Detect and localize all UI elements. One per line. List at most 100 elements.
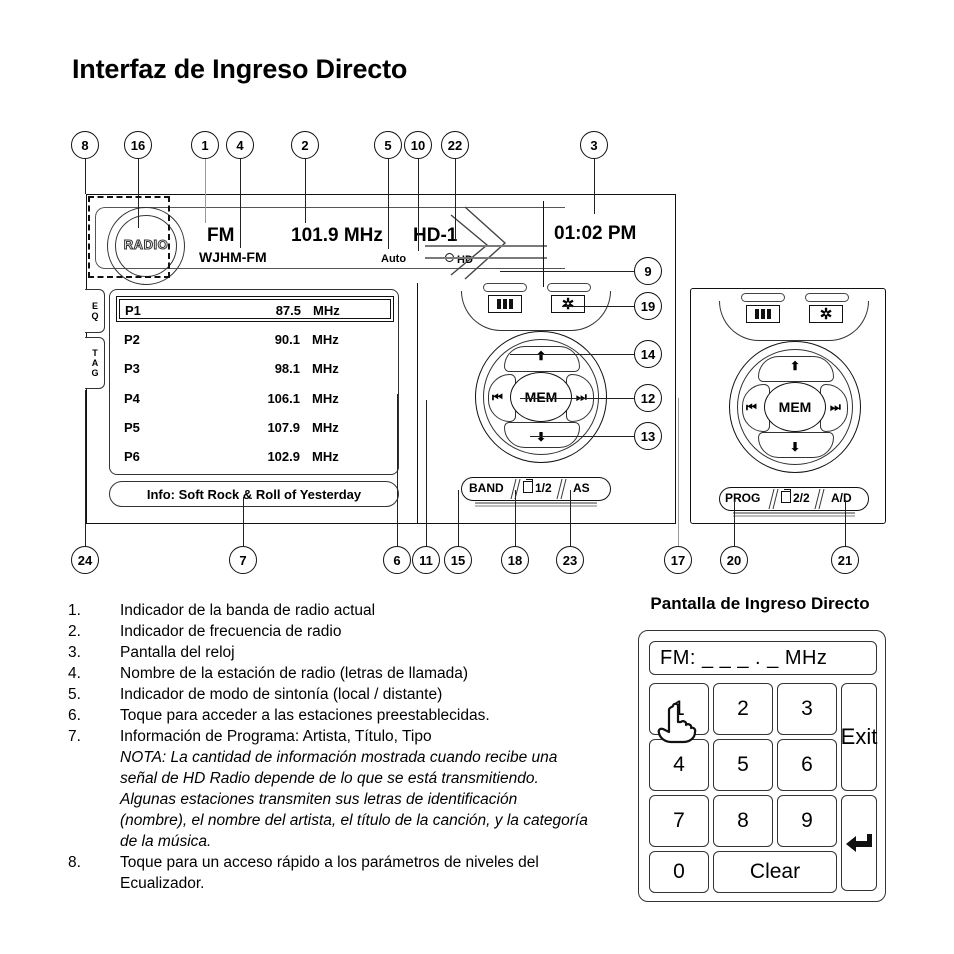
- key-5[interactable]: 5: [713, 739, 773, 791]
- eq-tab-label: EQ: [90, 301, 100, 321]
- table-row[interactable]: P4 106.1 MHz: [116, 385, 394, 411]
- as-button[interactable]: AS: [573, 481, 590, 495]
- preset-list[interactable]: P1 87.5 MHz P2 90.1 MHz P3 98.1 MHz P4 1…: [109, 289, 399, 475]
- eject-slot-left: [483, 283, 527, 292]
- callout-2: 2: [291, 131, 319, 159]
- callout-5: 5: [374, 131, 402, 159]
- enter-arrow-glyph: [846, 834, 872, 852]
- key-9[interactable]: 9: [777, 795, 837, 847]
- table-row[interactable]: P2 90.1 MHz: [116, 326, 394, 352]
- callout-6: 6: [383, 546, 411, 574]
- tools-icon[interactable]: ✲: [551, 295, 585, 313]
- callout-24-leader: [85, 390, 87, 546]
- page-button-label: 2/2: [793, 491, 810, 505]
- direct-entry-keypad: FM: _ _ _ . _ MHz 1 2 3 Exit 4 5 6 7 8 9…: [638, 630, 886, 902]
- cluster-arc: [719, 301, 869, 341]
- button-ridge-1: [733, 512, 855, 515]
- eq-tab[interactable]: EQ: [85, 289, 105, 333]
- callout-10-leader: [418, 159, 420, 251]
- table-row[interactable]: P3 98.1 MHz: [116, 355, 394, 381]
- list-item-number: 4.: [68, 665, 81, 682]
- preset-unit: MHz: [312, 332, 339, 347]
- radio-display-bar: RADIO FM WJHM-FM 101.9 MHz HD-1 Auto HD …: [95, 201, 667, 287]
- callout-1-leader: [205, 159, 207, 223]
- page-button-label: 1/2: [535, 481, 552, 495]
- preset-value: 87.5: [275, 303, 301, 318]
- page-title: Interfaz de Ingreso Directo: [72, 54, 408, 84]
- preset-unit: MHz: [312, 361, 339, 376]
- list-item-text: Toque para acceder a las estaciones pree…: [120, 707, 490, 724]
- callout-17-leader: [678, 398, 680, 546]
- display-rule-1: [425, 245, 547, 248]
- list-item-number: 3.: [68, 644, 81, 661]
- seek-prev-icon: ⏮: [492, 390, 503, 404]
- preset-value: 107.9: [267, 420, 300, 435]
- page-button[interactable]: 2/2: [781, 489, 810, 505]
- tag-tab-label: TAG: [90, 348, 100, 378]
- table-row[interactable]: P6 102.9 MHz: [116, 443, 394, 469]
- list-item-text: Indicador de modo de sintonía (local / d…: [120, 686, 443, 703]
- callout-8: 8: [71, 131, 99, 159]
- callout-22-leader: [455, 159, 457, 241]
- list-item-text: Pantalla del reloj: [120, 644, 235, 661]
- call-sign-label: WJHM-FM: [199, 249, 267, 265]
- seek-prev-icon: ⏮: [746, 400, 757, 414]
- list-item: 6. Toque para acceder a las estaciones p…: [68, 705, 588, 726]
- callout-9-leader: [500, 271, 634, 273]
- table-row[interactable]: P1 87.5 MHz: [116, 296, 394, 322]
- hand-pointer-cursor: [657, 702, 697, 744]
- callout-9: 9: [634, 257, 662, 285]
- page-button[interactable]: 1/2: [523, 479, 552, 495]
- preset-unit: MHz: [312, 391, 339, 406]
- key-6[interactable]: 6: [777, 739, 837, 791]
- button-ridge-2: [475, 505, 597, 508]
- callout-17: 17: [664, 546, 692, 574]
- mem-wheel-right[interactable]: ⬆ ⬇ ⏮ ⏭ MEM: [729, 341, 861, 473]
- tune-up-icon: ⬆: [790, 359, 801, 373]
- callout-11-leader: [426, 400, 428, 546]
- key-0[interactable]: 0: [649, 851, 709, 893]
- list-item: 1. Indicador de la banda de radio actual: [68, 600, 588, 621]
- mem-wheel-left[interactable]: ⬆ ⬇ ⏮ ⏭ MEM: [475, 331, 607, 463]
- key-3[interactable]: 3: [777, 683, 837, 735]
- callout-12-leader: [520, 398, 634, 400]
- key-7[interactable]: 7: [649, 795, 709, 847]
- key-8[interactable]: 8: [713, 795, 773, 847]
- callout-20-leader: [734, 500, 736, 546]
- exit-button[interactable]: Exit: [841, 683, 877, 791]
- note-text: NOTA: La cantidad de información mostrad…: [120, 749, 588, 850]
- button-row-right: PROG 2/2 A/D: [719, 487, 869, 519]
- table-row[interactable]: P5 107.9 MHz: [116, 414, 394, 440]
- panel-divider: [417, 283, 419, 523]
- callout-14-leader: [510, 354, 634, 356]
- callout-24: 24: [71, 546, 99, 574]
- tag-tab[interactable]: TAG: [85, 337, 105, 389]
- callout-15: 15: [444, 546, 472, 574]
- callout-21-leader: [845, 500, 847, 546]
- top-icon-row-right: ✲: [719, 293, 869, 341]
- key-4[interactable]: 4: [649, 739, 709, 791]
- prog-button[interactable]: PROG: [725, 491, 760, 505]
- mem-button[interactable]: MEM: [764, 382, 826, 432]
- band-button[interactable]: BAND: [469, 481, 504, 495]
- list-item-number: 7.: [68, 728, 81, 745]
- list-item: 8. Toque para un acceso rápido a los par…: [68, 852, 588, 894]
- clear-button[interactable]: Clear: [713, 851, 837, 893]
- key-2[interactable]: 2: [713, 683, 773, 735]
- info-bar[interactable]: Info: Soft Rock & Roll of Yesterday: [109, 481, 399, 507]
- frequency-entry-field[interactable]: FM: _ _ _ . _ MHz: [649, 641, 877, 675]
- list-item-number: 8.: [68, 854, 81, 871]
- callout-15-leader: [458, 490, 460, 546]
- preset-name: P2: [124, 332, 140, 347]
- callout-13: 13: [634, 422, 662, 450]
- mem-button[interactable]: MEM: [510, 372, 572, 422]
- callout-11: 11: [412, 546, 440, 574]
- display-bars-icon[interactable]: [488, 295, 522, 313]
- ad-button[interactable]: A/D: [831, 491, 852, 505]
- enter-arrow-icon[interactable]: [841, 795, 877, 891]
- callout-5-leader: [388, 159, 390, 249]
- callout-3: 3: [580, 131, 608, 159]
- preset-unit: MHz: [313, 303, 340, 318]
- display-bars-icon[interactable]: [746, 305, 780, 323]
- tools-icon[interactable]: ✲: [809, 305, 843, 323]
